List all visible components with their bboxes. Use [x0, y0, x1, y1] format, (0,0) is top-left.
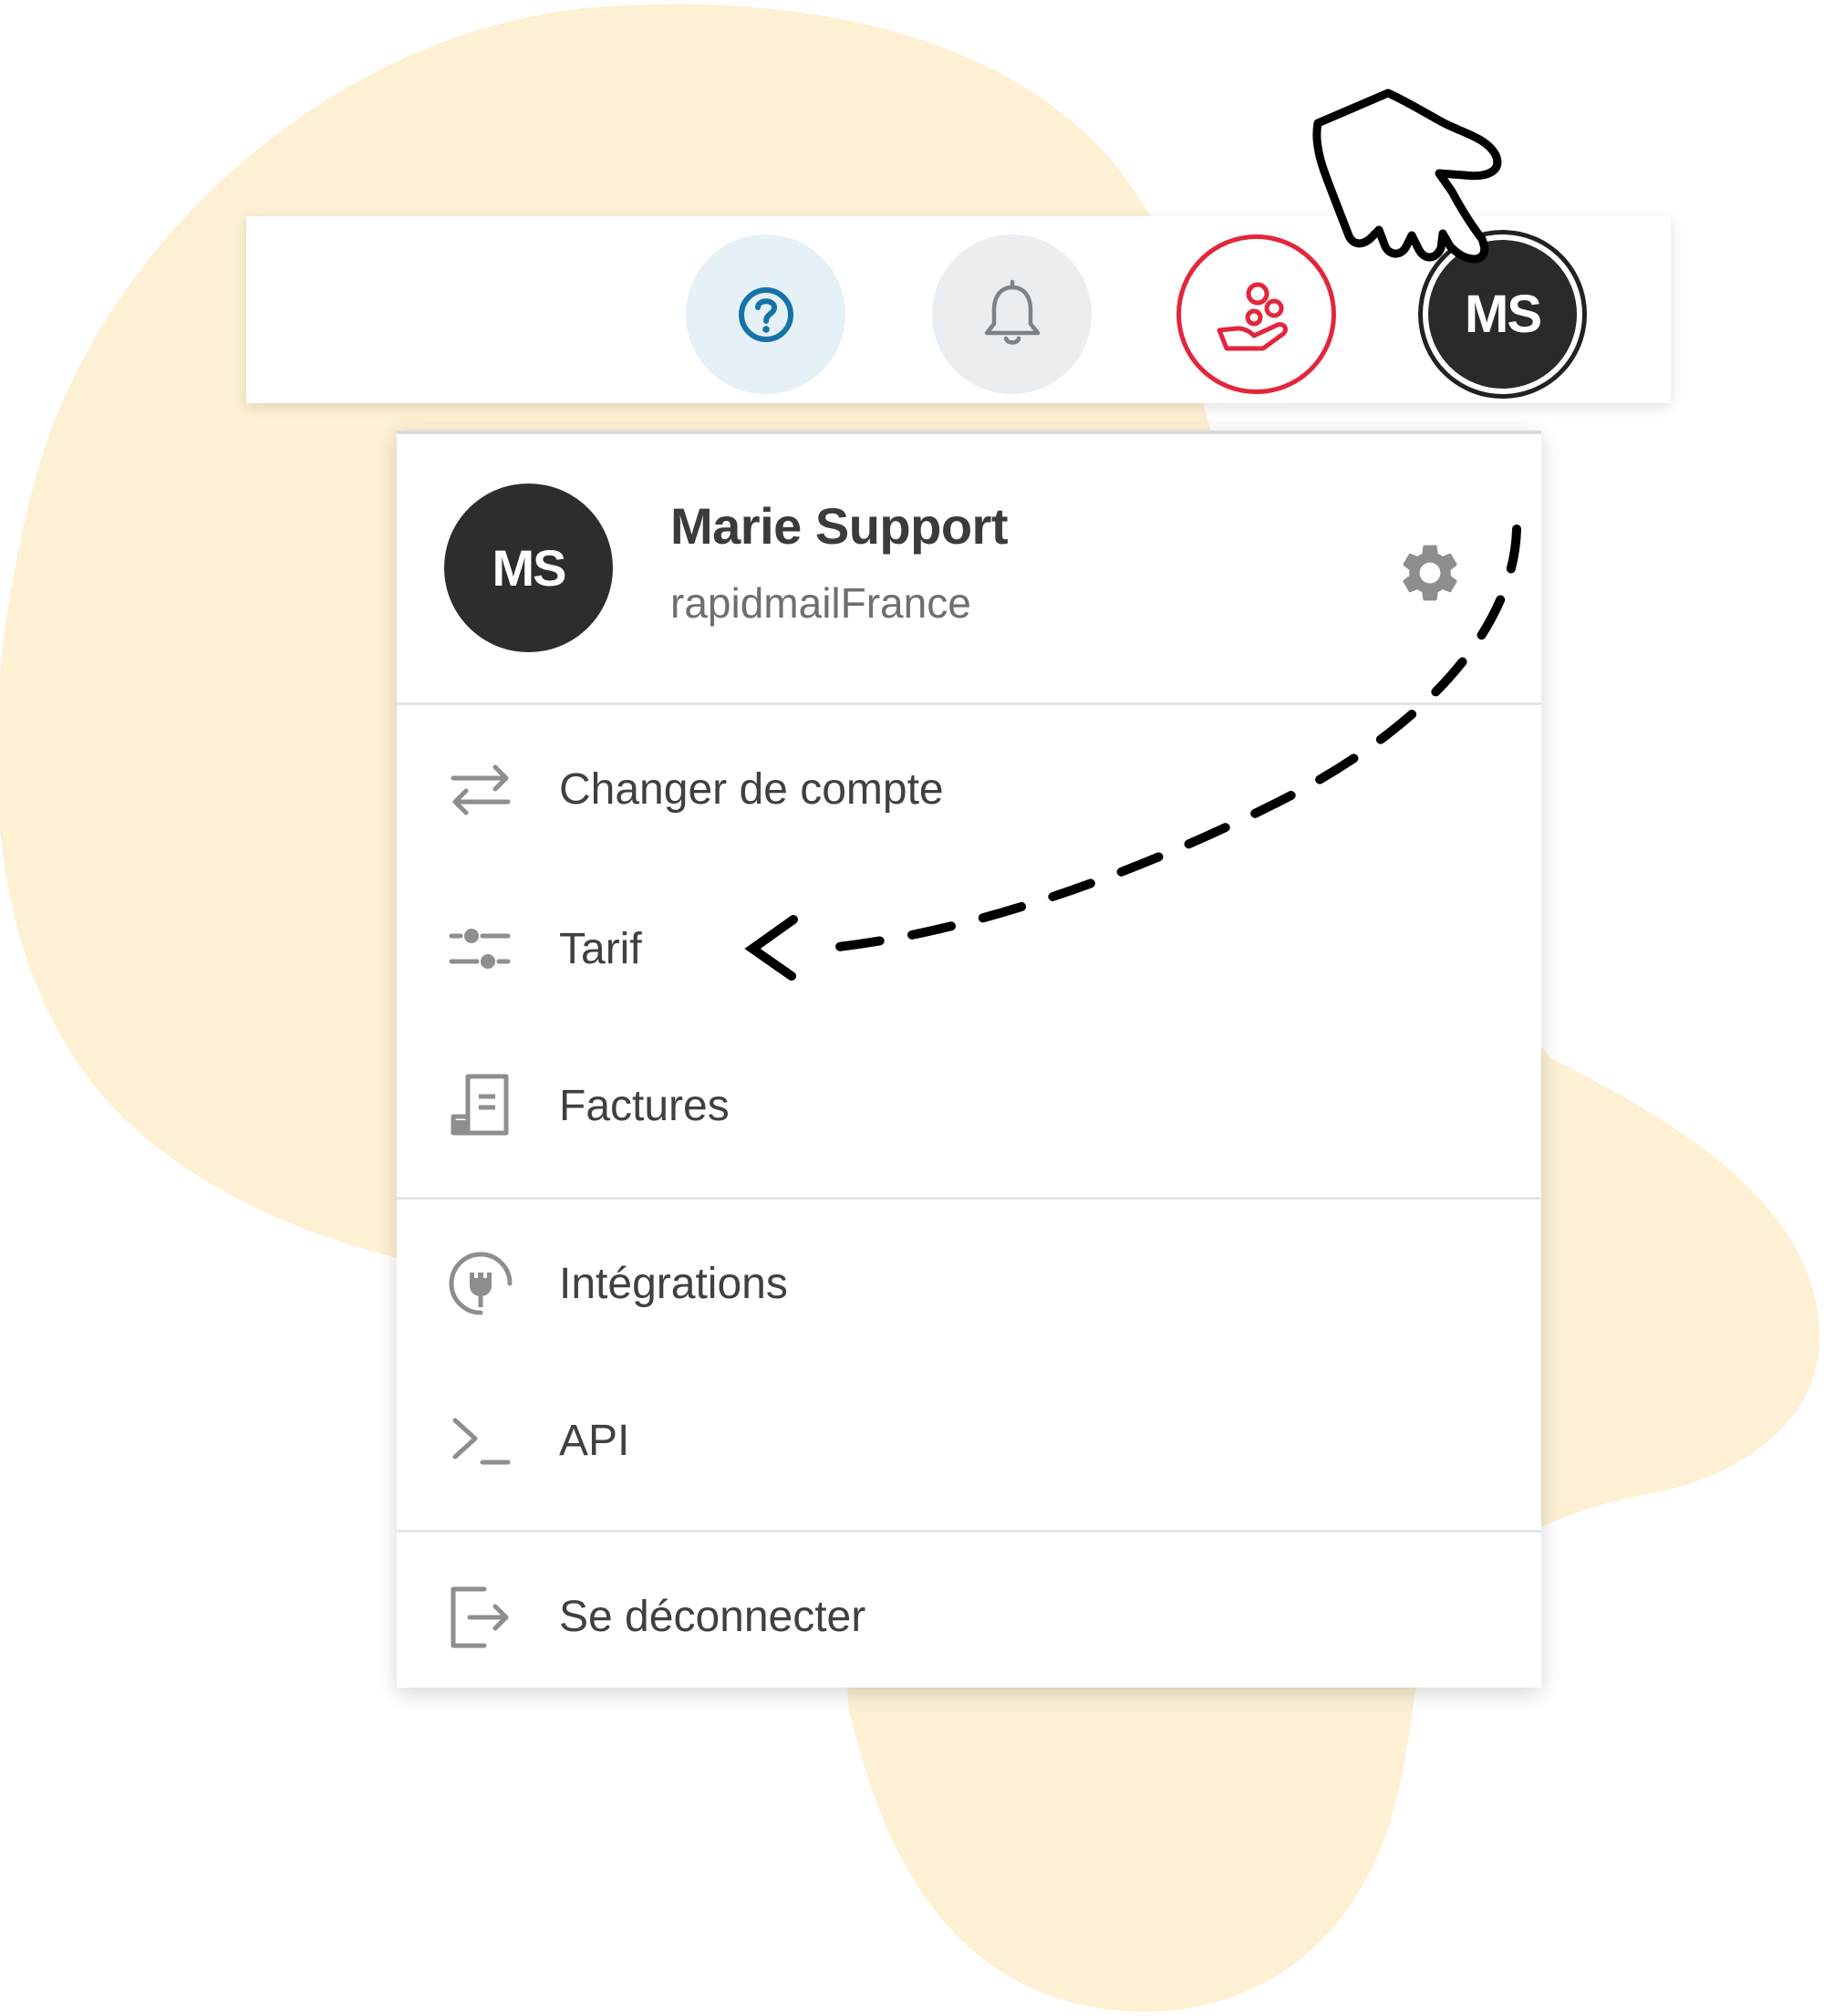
menu-item-integrations[interactable]: Intégrations [397, 1215, 1541, 1352]
account-dropdown-menu: MS Marie Support rapidmailFrance Changer… [397, 431, 1541, 1688]
swap-arrows-icon [451, 764, 511, 816]
offer-button[interactable] [1176, 234, 1336, 394]
menu-divider [397, 1530, 1541, 1533]
menu-item-label: Changer de compte [559, 765, 944, 814]
sliders-icon [449, 929, 511, 969]
menu-divider [397, 702, 1541, 705]
question-circle-icon [738, 286, 793, 342]
help-button[interactable] [686, 234, 845, 394]
menu-item-invoices[interactable]: Factures [397, 1037, 1541, 1174]
notifications-button[interactable] [932, 234, 1092, 394]
menu-item-label: Se déconnecter [559, 1593, 866, 1641]
menu-item-logout[interactable]: Se déconnecter [397, 1548, 1541, 1685]
menu-item-switch-account[interactable]: Changer de compte [397, 721, 1541, 857]
hand-coins-icon [1217, 282, 1288, 350]
menu-item-tarif[interactable]: Tarif [397, 880, 1541, 1017]
bell-icon [984, 279, 1040, 345]
menu-item-label: API [559, 1417, 630, 1465]
menu-item-label: Intégrations [559, 1260, 788, 1308]
menu-item-api[interactable]: API [397, 1372, 1541, 1509]
plug-circle-icon [449, 1252, 513, 1315]
menu-item-label: Tarif [559, 925, 642, 973]
top-bar: MS [246, 216, 1671, 403]
logout-icon [451, 1586, 509, 1648]
account-name: rapidmailFrance [670, 579, 971, 627]
avatar: MS [444, 483, 613, 652]
invoice-icon [451, 1074, 509, 1136]
menu-item-label: Factures [559, 1082, 730, 1130]
gear-icon[interactable] [1395, 538, 1465, 608]
profile-initials: MS [492, 539, 567, 597]
terminal-icon [452, 1418, 511, 1465]
avatar-initials: MS [1465, 285, 1542, 344]
profile-section: MS Marie Support rapidmailFrance [397, 431, 1541, 702]
user-avatar-button[interactable]: MS [1423, 234, 1582, 394]
user-name: Marie Support [670, 497, 1008, 555]
menu-divider [397, 1197, 1541, 1200]
